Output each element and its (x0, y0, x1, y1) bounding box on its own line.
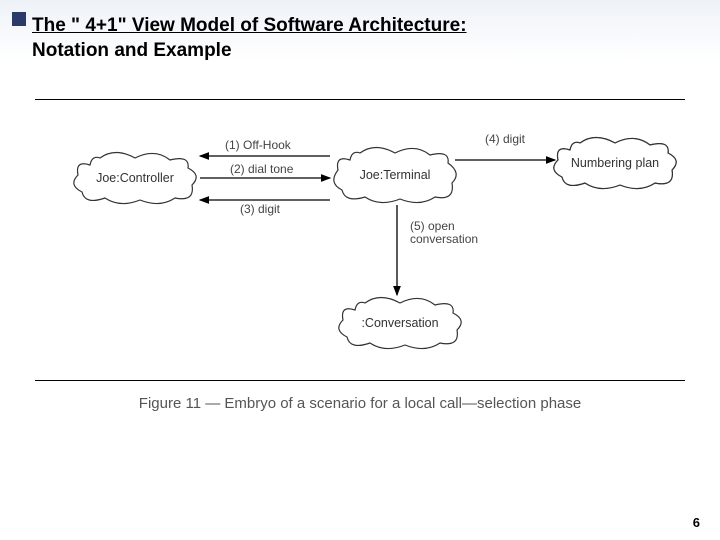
node-numbering: Numbering plan (550, 135, 680, 190)
node-terminal-label: Joe:Terminal (360, 168, 431, 182)
label-dial-tone: (2) dial tone (230, 162, 293, 176)
label-digit-3: (3) digit (240, 202, 280, 216)
label-digit-4: (4) digit (485, 132, 525, 146)
node-controller-label: Joe:Controller (96, 171, 174, 185)
title-line-1: The " 4+1" View Model of Software Archit… (32, 15, 467, 36)
label-off-hook: (1) Off-Hook (225, 138, 291, 152)
node-numbering-label: Numbering plan (571, 156, 659, 170)
figure-caption: Figure 11 — Embryo of a scenario for a l… (0, 395, 720, 412)
node-terminal: Joe:Terminal (330, 145, 460, 205)
node-controller: Joe:Controller (70, 150, 200, 205)
bullet-icon (12, 12, 26, 26)
node-conversation-label: :Conversation (361, 316, 438, 330)
diagram: (1) Off-Hook (2) dial tone (3) digit (4)… (35, 100, 685, 400)
page-number: 6 (693, 515, 700, 530)
page-title: The " 4+1" View Model of Software Archit… (32, 14, 467, 63)
rule-bottom (35, 380, 685, 381)
node-conversation: :Conversation (335, 295, 465, 350)
title-line-2: Notation and Example (32, 40, 232, 61)
label-open-conversation: (5) open conversation (410, 220, 478, 246)
